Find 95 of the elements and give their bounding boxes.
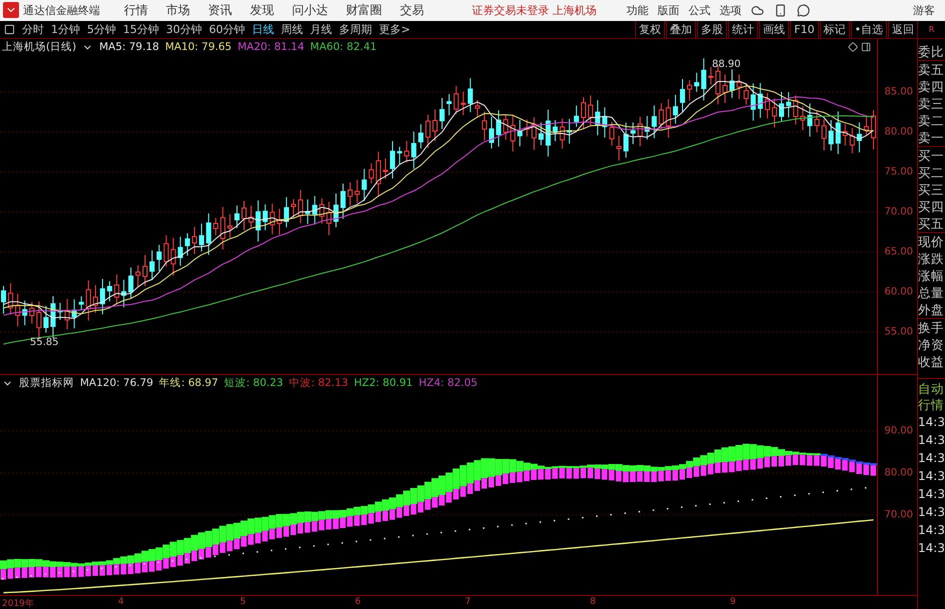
axis-label: 75.00 xyxy=(884,166,914,178)
tick-header: 行情 xyxy=(918,397,945,413)
toolbar-button[interactable]: •自选 xyxy=(850,20,887,38)
toolbar-button[interactable]: 画线 xyxy=(759,20,790,38)
menu-item[interactable]: 交易 xyxy=(400,2,424,19)
menu-item[interactable]: 发现 xyxy=(250,2,274,19)
quote-label: 买三 xyxy=(918,181,945,198)
menu-item[interactable]: 功能 xyxy=(626,2,648,18)
axis-label: 70.00 xyxy=(884,510,914,520)
menu-item[interactable]: 资讯 xyxy=(208,2,232,19)
user-label[interactable]: 游客 xyxy=(913,2,935,18)
quote-label: 买二 xyxy=(918,164,945,181)
period-tab[interactable]: 60分钟 xyxy=(209,22,245,37)
login-notice: 证券交易未登录 上海机场 xyxy=(472,2,596,18)
period-tab[interactable]: 多周期 xyxy=(339,22,372,37)
indicator-value: MA5: 79.18 xyxy=(99,41,160,53)
toolbar-button[interactable]: 返回 xyxy=(888,20,918,38)
quote-label: 买五 xyxy=(918,215,945,233)
menu-item[interactable]: 版面 xyxy=(658,2,680,18)
period-tab[interactable]: 30分钟 xyxy=(166,22,202,37)
quote-label: 净资 xyxy=(918,336,945,353)
period-tab[interactable]: 1分钟 xyxy=(51,22,80,37)
date-label: 5 xyxy=(240,597,246,607)
axis-label: 55.00 xyxy=(884,326,914,338)
indicator-value: MA60: 82.41 xyxy=(310,41,377,53)
date-label: 4 xyxy=(118,597,124,607)
tick-time: 14:3 xyxy=(918,522,945,539)
tick-time: 14:3 xyxy=(918,468,945,485)
indicator-value: 短波: 80.23 xyxy=(224,376,284,390)
quote-label: 现价 xyxy=(918,233,945,250)
quote-label: 买一 xyxy=(918,147,945,164)
indicator-value: HZ4: 82.05 xyxy=(418,377,478,389)
date-label: 2019年 xyxy=(2,598,34,609)
axis-label: 70.00 xyxy=(884,206,914,218)
indicator-value: 中波: 82.13 xyxy=(289,376,348,390)
corner-label: R xyxy=(928,24,936,34)
quote-label: 涨跌 xyxy=(918,250,945,267)
tick-time: 14:3 xyxy=(918,450,945,467)
period-tab[interactable]: 5分钟 xyxy=(87,22,116,37)
indicator-value: MA20: 81.14 xyxy=(238,41,304,53)
indicator-value: HZ2: 80.91 xyxy=(354,377,413,389)
quote-label: 委比 xyxy=(918,43,945,61)
toolbar-button[interactable]: F10 xyxy=(790,20,818,38)
quote-label: 卖一 xyxy=(918,129,945,147)
high-price-marker: 88.90 xyxy=(712,59,741,70)
menu-item[interactable]: 问小达 xyxy=(292,2,328,19)
quote-label: 涨幅 xyxy=(918,267,945,284)
toolbar-button[interactable]: 多股 xyxy=(697,20,728,38)
axis-label: 90.00 xyxy=(884,426,914,436)
quote-label: 换手 xyxy=(918,319,945,336)
toolbar-button[interactable]: 叠加 xyxy=(666,20,696,38)
indicator-value: MA10: 79.65 xyxy=(165,41,232,53)
chart-title: 上海机场(日线) xyxy=(2,40,76,54)
chart-title: 股票指标网 xyxy=(19,376,74,390)
quote-label: 卖五 xyxy=(918,61,945,78)
quote-label: 卖四 xyxy=(918,78,945,95)
quote-label: 卖三 xyxy=(918,95,945,112)
menu-item[interactable]: 市场 xyxy=(166,2,190,19)
tick-time: 14:3 xyxy=(918,504,945,521)
quote-label: 总量 xyxy=(918,284,945,301)
quote-label: 卖二 xyxy=(918,112,945,129)
axis-label: 80.00 xyxy=(884,468,914,478)
period-tab[interactable]: 分时 xyxy=(22,22,44,37)
toolbar-button[interactable]: 标记 xyxy=(820,20,850,38)
menu-item[interactable]: 选项 xyxy=(720,2,742,18)
axis-label: 60.00 xyxy=(884,286,914,298)
indicator-value: 年线: 68.97 xyxy=(159,376,218,390)
tick-header: 自动 xyxy=(918,381,945,397)
menu-item[interactable]: 行情 xyxy=(124,2,148,19)
period-tab[interactable]: 月线 xyxy=(310,22,332,37)
date-label: 6 xyxy=(355,597,361,607)
date-label: 9 xyxy=(730,597,736,607)
period-tab[interactable]: 日线 xyxy=(252,22,274,37)
quote-label: 外盘 xyxy=(918,301,945,319)
tick-time: 14:3 xyxy=(918,432,945,449)
axis-label: 85.00 xyxy=(884,86,914,98)
toolbar-button[interactable]: 统计 xyxy=(728,20,758,38)
period-tab[interactable]: 15分钟 xyxy=(123,22,159,37)
app-title: 通达信金融终端 xyxy=(23,2,100,18)
axis-label: 80.00 xyxy=(884,126,914,138)
indicator-value: MA120: 76.79 xyxy=(80,377,154,389)
period-tab[interactable]: 周线 xyxy=(281,22,303,37)
tick-time: 14:3 xyxy=(918,486,945,503)
toolbar-button[interactable]: 复权 xyxy=(635,20,666,38)
quote-label: 收益 xyxy=(918,353,945,370)
quote-label: 买四 xyxy=(918,198,945,215)
tick-time: 14:3 xyxy=(918,414,945,431)
menu-item[interactable]: 财富圈 xyxy=(346,2,382,19)
date-label: 7 xyxy=(465,597,471,607)
date-label: 8 xyxy=(590,597,596,607)
low-price-marker: 55.85 xyxy=(30,337,59,348)
menu-item[interactable]: 公式 xyxy=(688,2,710,18)
axis-label: 65.00 xyxy=(884,246,914,258)
period-tab[interactable]: 更多> xyxy=(379,22,410,37)
tick-time: 14:3 xyxy=(918,540,945,557)
